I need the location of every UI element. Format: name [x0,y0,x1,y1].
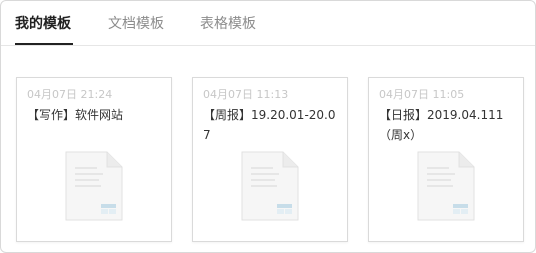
template-grid: 04月07日 21:24 【写作】软件网站 04月07日 11:13 【周报】1 [1,46,535,252]
template-card[interactable]: 04月07日 21:24 【写作】软件网站 [16,77,172,242]
card-timestamp: 04月07日 11:05 [379,88,465,101]
tab-spreadsheet-templates[interactable]: 表格模板 [200,13,256,33]
document-template-icon [417,151,475,221]
document-template-icon [241,151,299,221]
document-template-icon [65,151,123,221]
card-title: 【周报】19.20.01-20.07 [203,108,336,142]
card-timestamp: 04月07日 11:13 [203,88,289,101]
card-title: 【日报】2019.04.111（周x） [379,108,504,142]
template-card[interactable]: 04月07日 11:13 【周报】19.20.01-20.07 [192,77,348,242]
active-tab-indicator [15,43,73,45]
template-tabs: 我的模板 文档模板 表格模板 [1,1,535,46]
card-timestamp: 04月07日 21:24 [27,88,113,101]
template-card[interactable]: 04月07日 11:05 【日报】2019.04.111（周x） [368,77,524,242]
tab-my-templates[interactable]: 我的模板 [15,13,71,33]
card-title: 【写作】软件网站 [27,108,124,122]
tab-document-templates[interactable]: 文档模板 [108,13,164,33]
template-panel: 我的模板 文档模板 表格模板 04月07日 21:24 【写作】软件网站 04月… [0,0,536,253]
